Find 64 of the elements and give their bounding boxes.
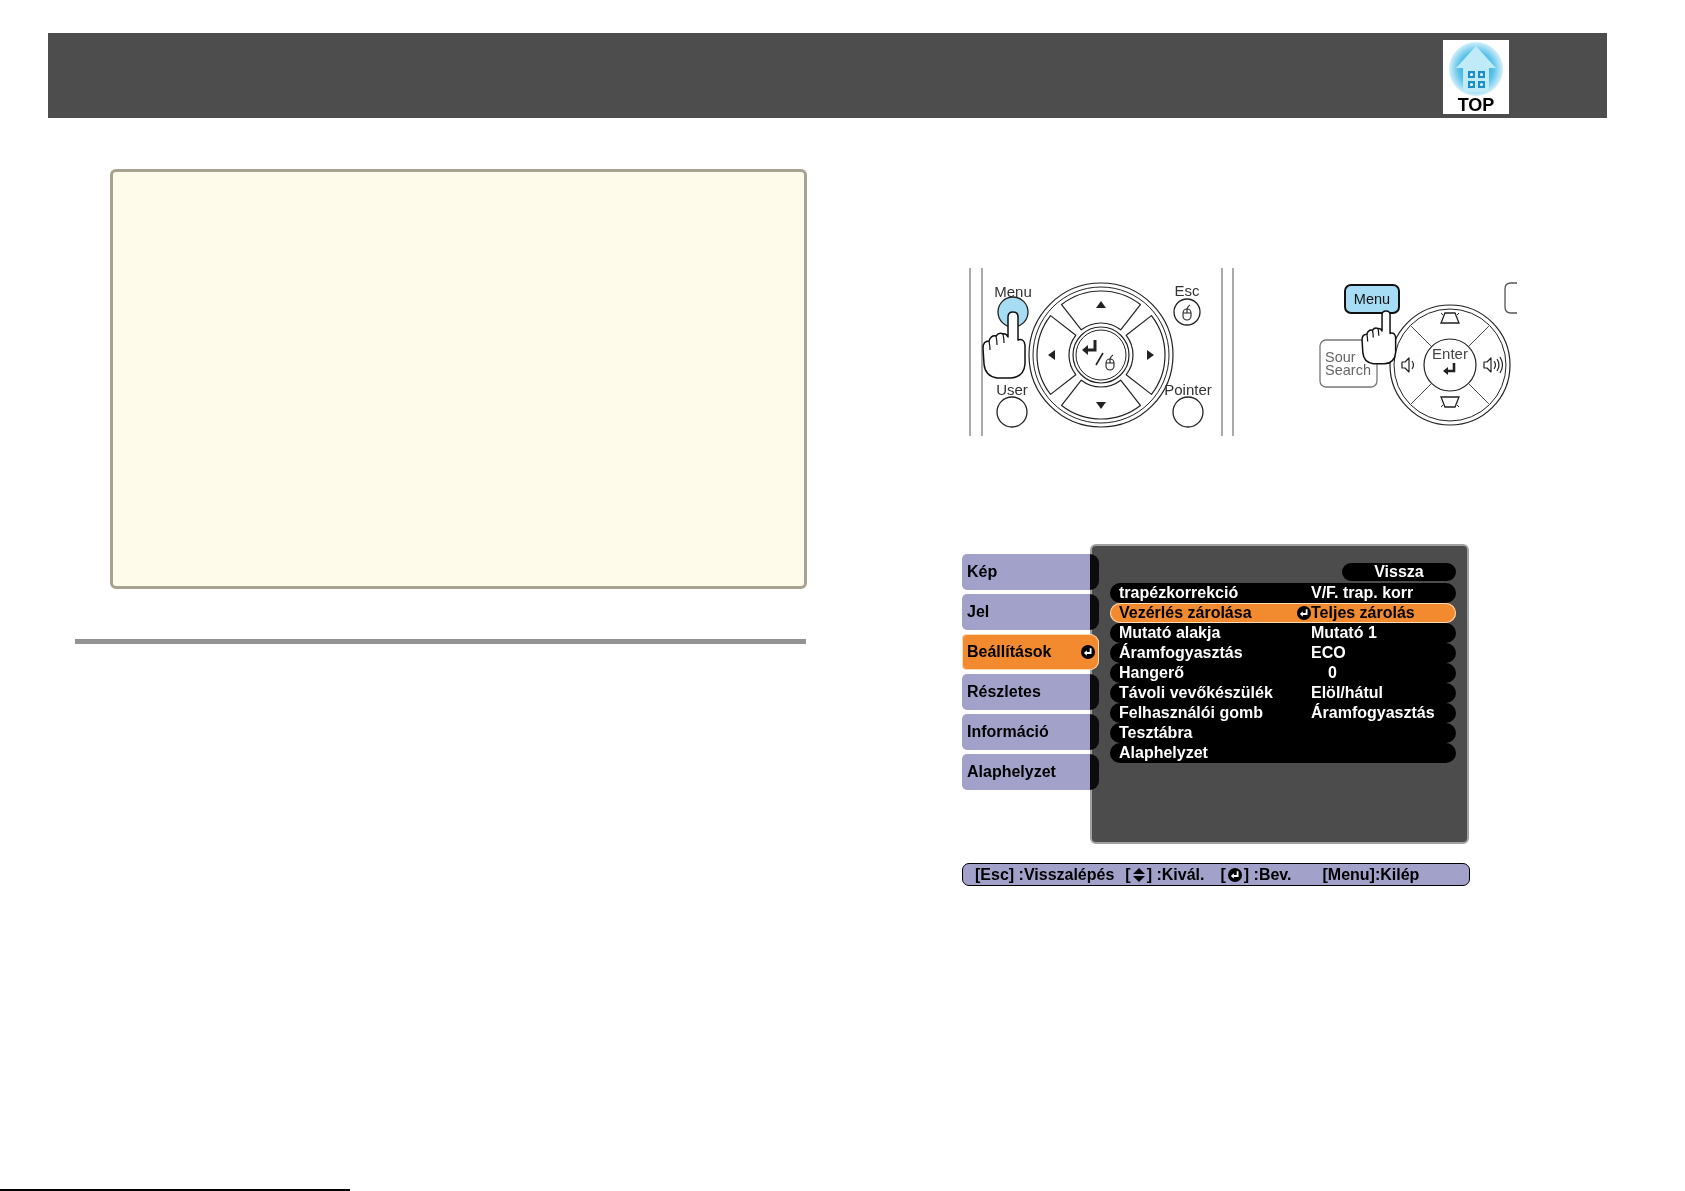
menu-row[interactable]: Alaphelyzet bbox=[1110, 743, 1456, 763]
button-label: User bbox=[996, 381, 1028, 398]
enter-arrow-icon bbox=[1082, 340, 1097, 355]
setting-value: V/F. trap. korr bbox=[1311, 585, 1414, 601]
setting-label: Vezérlés zárolása bbox=[1119, 605, 1253, 621]
pointing-hand-icon bbox=[1361, 310, 1397, 365]
left-arrow-icon bbox=[1048, 350, 1055, 360]
menu-row[interactable]: trapézkorrekció V/F. trap. korr bbox=[1110, 583, 1456, 603]
volume-down-icon bbox=[1401, 357, 1415, 373]
mouse-icon bbox=[1182, 304, 1192, 321]
menu-tab[interactable]: Részletes bbox=[962, 674, 1099, 710]
setting-value: ECO bbox=[1311, 645, 1346, 661]
setting-label: Tesztábra bbox=[1119, 725, 1194, 741]
mouse-icon bbox=[1105, 354, 1115, 371]
setting-value: 0 bbox=[1327, 665, 1337, 681]
button-label: Esc bbox=[1174, 282, 1200, 299]
menu-tab[interactable]: Kép bbox=[962, 554, 1099, 590]
enter-icon bbox=[1297, 606, 1311, 620]
menu-tab[interactable]: Jel bbox=[962, 594, 1099, 630]
keystone-icon bbox=[1440, 312, 1460, 324]
button-label: Menu bbox=[1353, 290, 1391, 307]
hint-text: ] :Kivál. bbox=[1146, 866, 1205, 883]
menu-tab[interactable]: Információ bbox=[962, 714, 1099, 750]
menu-row[interactable]: Távoli vevőkészülék Elöl/hátul bbox=[1110, 683, 1456, 703]
setting-value: Teljes zárolás bbox=[1311, 605, 1415, 621]
key-label: Enter bbox=[1432, 345, 1468, 362]
button-label: Pointer bbox=[1164, 381, 1212, 398]
menu-row[interactable]: Felhasználói gomb Áramfogyasztás bbox=[1110, 703, 1456, 723]
back-button[interactable]: Vissza bbox=[1342, 563, 1456, 581]
setting-value: Áramfogyasztás bbox=[1311, 705, 1435, 721]
hint-text: [ bbox=[1220, 866, 1226, 883]
menu-row[interactable]: Vezérlés zárolása Teljes zárolás bbox=[1110, 603, 1456, 623]
up-arrow-icon bbox=[1096, 301, 1106, 308]
top-link[interactable]: TOP bbox=[1443, 40, 1509, 114]
setting-label: Mutató alakja bbox=[1119, 625, 1222, 641]
menu-tab[interactable]: Beállítások bbox=[962, 634, 1099, 670]
right-arrow-icon bbox=[1147, 350, 1154, 360]
hint-text: ] :Bev. bbox=[1243, 866, 1292, 883]
pointing-hand-icon bbox=[982, 311, 1026, 379]
button-label: Menu bbox=[994, 283, 1032, 300]
up-down-arrow-icon bbox=[1132, 867, 1145, 882]
setting-label: Alaphelyzet bbox=[1119, 745, 1209, 761]
setting-value: Mutató 1 bbox=[1311, 625, 1377, 641]
menu-row[interactable]: Tesztábra bbox=[1110, 723, 1456, 743]
down-arrow-icon bbox=[1096, 402, 1106, 409]
setting-label: Hangerő bbox=[1119, 665, 1185, 681]
hint-text: [Menu]:Kilép bbox=[1322, 866, 1420, 883]
menu-row[interactable]: Mutató alakja Mutató 1 bbox=[1110, 623, 1456, 643]
menu-tab[interactable]: Alaphelyzet bbox=[962, 754, 1099, 790]
hint-text: [Esc] :Visszalépés bbox=[975, 866, 1115, 883]
setting-label: Távoli vevőkészülék bbox=[1119, 685, 1274, 701]
enter-arrow-icon bbox=[1443, 363, 1456, 375]
volume-up-icon bbox=[1483, 356, 1504, 374]
menu-row[interactable]: Hangerő 0 bbox=[1110, 663, 1456, 683]
setting-label: Felhasználói gomb bbox=[1119, 705, 1264, 721]
keystone-icon bbox=[1440, 396, 1460, 408]
setting-label: trapézkorrekció bbox=[1119, 585, 1240, 601]
setting-label: Áramfogyasztás bbox=[1119, 645, 1244, 661]
hint-text: [ bbox=[1125, 866, 1131, 883]
menu-row[interactable]: Áramfogyasztás ECO bbox=[1110, 643, 1456, 663]
enter-icon bbox=[1227, 867, 1242, 882]
button-outline bbox=[1504, 282, 1517, 314]
enter-icon bbox=[1081, 645, 1095, 659]
setting-value: Elöl/hátul bbox=[1311, 685, 1383, 701]
